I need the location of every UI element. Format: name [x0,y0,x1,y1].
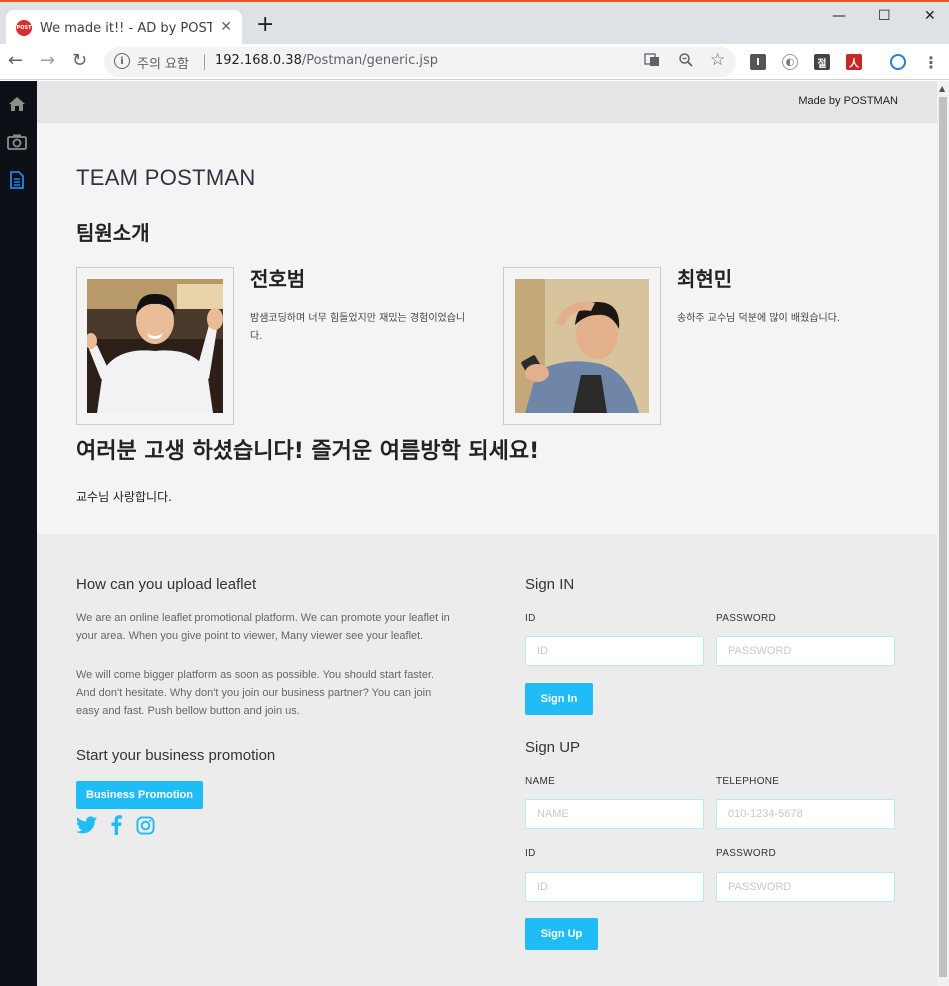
business-promotion-button[interactable]: Business Promotion [76,781,203,809]
browser-titlebar: POST We made it!! - AD by POSTMAN ✕ + — … [0,0,949,46]
page-scrollbar[interactable]: ▲ [937,81,949,986]
tab-title: We made it!! - AD by POSTMAN [40,20,212,36]
forward-icon[interactable]: → [40,50,55,72]
footer: How can you upload leaflet We are an onl… [37,534,937,986]
cheer-message: 여러분 고생 하셨습니다! 즐거운 여름방학 되세요! [76,439,540,464]
signup-password-input[interactable]: PASSWORD [716,872,895,902]
signup-id-input[interactable]: ID [525,872,704,902]
scrollbar-thumb[interactable] [939,97,947,977]
postman-favicon-icon: POST [16,20,32,36]
promo-title: Start your business promotion [76,747,276,764]
translate-icon[interactable] [644,52,660,72]
signup-title: Sign UP [525,739,581,756]
signin-id-label: ID [525,613,536,624]
home-icon[interactable] [7,94,27,114]
camera-icon[interactable] [7,132,27,152]
extension-jeol-icon[interactable]: 절 [814,54,830,70]
signin-title: Sign IN [525,576,575,593]
browser-toolbar: ← → ↻ i 주의 요함 192.168.0.38/Postman/gener… [0,44,949,80]
member-photo-frame [503,267,661,425]
scroll-up-icon[interactable]: ▲ [939,84,945,93]
extension-i-icon[interactable]: I [750,54,766,70]
member-photo [87,279,223,413]
address-divider [204,54,205,70]
member-name: 최현민 [677,267,733,291]
instagram-icon[interactable] [136,816,155,835]
thanks-message: 교수님 사랑합니다. [76,490,172,504]
address-bar[interactable]: i 주의 요함 192.168.0.38/Postman/generic.jsp… [104,47,736,77]
page-sidebar [0,81,37,986]
back-icon[interactable]: ← [8,50,23,72]
new-tab-icon[interactable]: + [256,14,274,36]
intro-title: 팀원소개 [76,221,150,245]
mouse-extension-icon[interactable]: ◐ [782,54,798,70]
upload-title: How can you upload leaflet [76,576,257,593]
member-photo [515,279,649,413]
facebook-icon[interactable] [111,815,122,835]
page-header: Made by POSTMAN [37,81,937,123]
signup-name-input[interactable]: NAME [525,799,704,829]
menu-dots-icon[interactable]: ⋮ [923,53,939,72]
url-path: /Postman/generic.jsp [301,53,439,68]
signup-name-label: NAME [525,776,556,787]
signin-password-input[interactable]: PASSWORD [716,636,895,666]
member-description: 밤샘코딩하며 너무 힘들었지만 재밌는 경험이었습니다. [250,313,466,342]
maximize-icon[interactable]: ☐ [878,8,891,24]
tab-close-icon[interactable]: ✕ [220,19,232,35]
signup-id-label: ID [525,848,536,859]
signup-password-label: PASSWORD [716,848,776,859]
member-photo-frame [76,267,234,425]
signup-telephone-input[interactable]: 010-1234-5678 [716,799,895,829]
signup-telephone-label: TELEPHONE [716,776,780,787]
profile-avatar-icon[interactable] [890,54,906,70]
signin-password-label: PASSWORD [716,613,776,624]
browser-tab[interactable]: POST We made it!! - AD by POSTMAN ✕ [6,10,242,46]
twitter-icon[interactable] [76,816,97,834]
made-by-label: Made by POSTMAN [798,95,898,107]
security-warning[interactable]: 주의 요함 [137,53,189,72]
minimize-icon[interactable]: — [832,8,846,24]
reload-icon[interactable]: ↻ [72,50,87,72]
upload-paragraph-2: We will come bigger platform as soon as … [76,669,435,717]
upload-paragraph-1: We are an online leaflet promotional pla… [76,612,450,642]
zoom-icon[interactable] [678,52,694,72]
page-content: Made by POSTMAN TEAM POSTMAN 팀원소개 전호범 밤샘… [37,81,937,986]
info-icon[interactable]: i [114,53,130,69]
team-title: TEAM POSTMAN [76,165,256,190]
signin-id-input[interactable]: ID [525,636,704,666]
member-name: 전호범 [250,267,306,291]
sign-in-button[interactable]: Sign In [525,683,593,715]
sign-up-button[interactable]: Sign Up [525,918,598,950]
member-description: 송하주 교수님 덕분에 많이 배웠습니다. [677,313,841,324]
window-close-icon[interactable]: ✕ [924,8,936,24]
url-host: 192.168.0.38 [215,53,302,68]
bookmark-star-icon[interactable]: ☆ [710,50,725,70]
document-icon[interactable] [7,170,27,190]
pdf-extension-icon[interactable]: 人 [846,54,862,70]
url-text[interactable]: 192.168.0.38/Postman/generic.jsp [215,53,438,68]
